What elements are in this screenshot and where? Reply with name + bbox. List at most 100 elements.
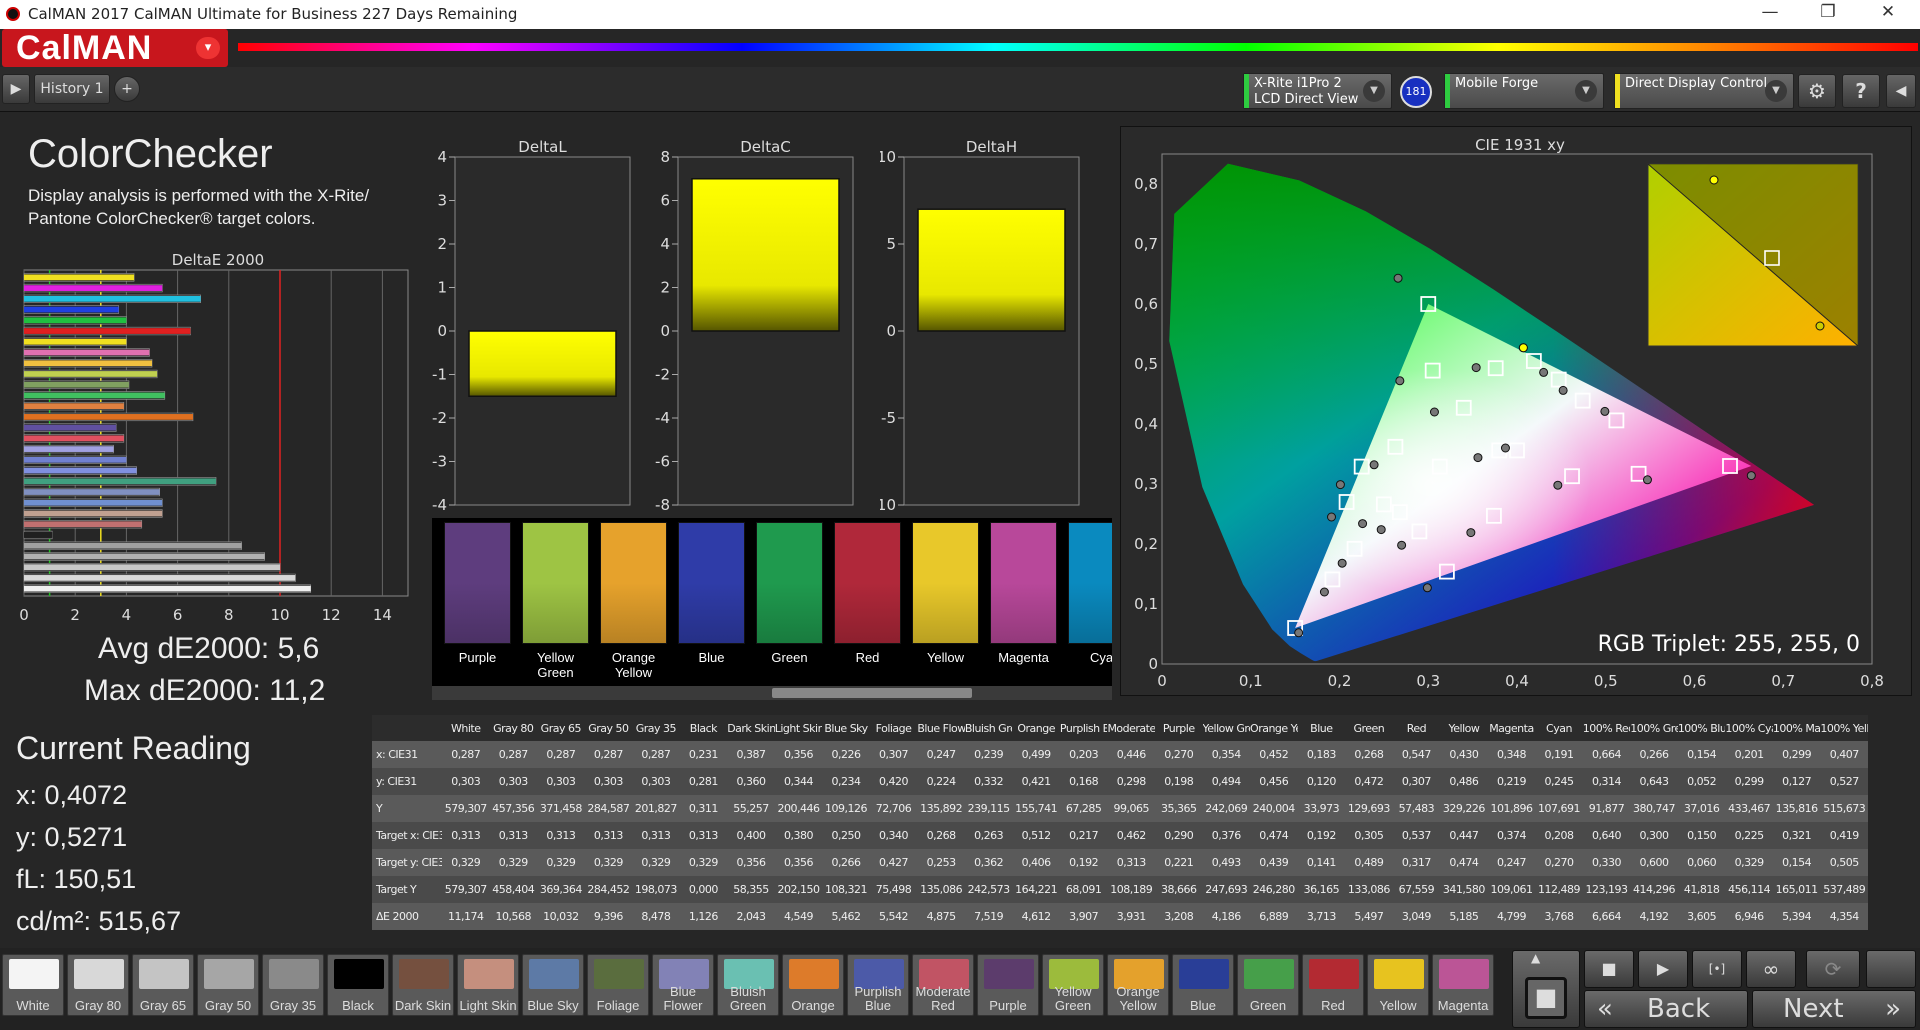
chip-label: Yellow <box>1379 998 1417 1013</box>
column-header: 100% Green <box>1630 715 1678 741</box>
chip-label: Moderate Red <box>915 984 971 1013</box>
table-cell: 135,892 <box>917 795 965 822</box>
loop-icon[interactable]: ∞ <box>1746 950 1796 988</box>
meter-badge[interactable]: 181 <box>1400 76 1432 108</box>
column-header: White <box>442 715 490 741</box>
stop-button[interactable]: ■ <box>1584 950 1634 988</box>
source-selector[interactable]: Mobile Forge ▼ <box>1444 73 1604 109</box>
tick-label: 4 <box>437 148 447 166</box>
source-name: Mobile Forge <box>1455 76 1539 91</box>
color-chip[interactable]: Magenta <box>1432 954 1494 1016</box>
up-icon[interactable]: ▲ <box>1531 951 1540 965</box>
tick-label: -10 <box>880 496 896 514</box>
bar <box>24 446 114 452</box>
column-header <box>372 715 442 741</box>
bar <box>24 424 117 431</box>
stop-icon[interactable]: ■ <box>1525 977 1567 1019</box>
color-chip[interactable]: Green <box>1237 954 1299 1016</box>
color-chip[interactable]: Purple <box>977 954 1039 1016</box>
column-header: Gray 80 <box>489 715 538 741</box>
color-chip[interactable]: Blue Sky <box>522 954 584 1016</box>
table-cell: 3,049 <box>1392 903 1441 930</box>
swatch[interactable] <box>756 522 823 648</box>
swatch[interactable] <box>834 522 901 648</box>
bar <box>24 274 135 281</box>
chip-label: Bluish Green <box>729 984 767 1013</box>
scrollbar-thumb[interactable] <box>772 688 972 698</box>
add-tab-button[interactable]: + <box>114 76 140 102</box>
y-tick-label: 0,8 <box>1134 175 1158 193</box>
meter-selector[interactable]: X-Rite i1Pro 2 LCD Direct View ▼ <box>1243 73 1392 109</box>
play-button[interactable]: ▶ <box>1638 950 1688 988</box>
color-chip[interactable]: Gray 35 <box>262 954 324 1016</box>
collapse-icon[interactable]: ◀ <box>1886 74 1916 108</box>
color-chip[interactable]: Gray 65 <box>132 954 194 1016</box>
color-chip[interactable]: Moderate Red <box>912 954 974 1016</box>
table-cell: 57,483 <box>1392 795 1441 822</box>
column-header: 100% Red <box>1582 715 1631 741</box>
bar <box>24 510 163 517</box>
display-selector[interactable]: Direct Display Control ▼ <box>1614 73 1794 109</box>
swatch[interactable] <box>1068 522 1112 648</box>
table-cell: 67,559 <box>1392 876 1441 903</box>
blank-button[interactable] <box>1866 950 1916 988</box>
color-chip[interactable]: Yellow <box>1367 954 1429 1016</box>
play-icon[interactable]: ▶ <box>2 74 30 104</box>
next-button[interactable]: Next » <box>1752 990 1916 1028</box>
help-icon[interactable]: ? <box>1842 74 1880 108</box>
color-chip[interactable]: Bluish Green <box>717 954 779 1016</box>
table-cell: 0,253 <box>917 849 965 876</box>
color-chip[interactable]: Blue Flower <box>652 954 714 1016</box>
bar <box>24 489 160 495</box>
swatch[interactable] <box>990 522 1057 648</box>
chevron-down-icon: ▾ <box>196 37 220 59</box>
row-label: x: CIE31 <box>372 741 442 768</box>
color-chip[interactable]: Orange Yellow <box>1107 954 1169 1016</box>
swatch[interactable] <box>912 522 979 648</box>
table-cell: 0,150 <box>1677 822 1726 849</box>
color-chip[interactable]: Blue <box>1172 954 1234 1016</box>
tab-history-1[interactable]: History 1 <box>34 74 110 104</box>
swatch-color <box>756 522 823 644</box>
rgb-triplet-label: RGB Triplet: 255, 255, 0 <box>1598 632 1860 657</box>
swatch[interactable] <box>444 522 511 648</box>
swatch[interactable] <box>678 522 745 648</box>
refresh-icon[interactable]: ⟳ <box>1806 950 1860 988</box>
x-tick-label: 0,3 <box>1416 672 1440 690</box>
color-chip[interactable]: Dark Skin <box>392 954 454 1016</box>
table-cell: 75,498 <box>869 876 918 903</box>
color-chip[interactable]: Orange <box>782 954 844 1016</box>
color-chip[interactable]: White <box>2 954 64 1016</box>
table-cell: 0,224 <box>917 768 965 795</box>
deltae-chart: DeltaE 2000 0 2 4 6 8 10 12 14 <box>19 251 409 624</box>
read-series-button[interactable]: [•] <box>1692 950 1742 988</box>
tick-label: -2 <box>432 409 447 427</box>
table-cell: 284,452 <box>584 876 633 903</box>
gear-icon[interactable]: ⚙ <box>1798 74 1836 108</box>
table-cell: 0,120 <box>1297 768 1346 795</box>
table-cell: 0,201 <box>1725 741 1773 768</box>
color-chip[interactable]: Gray 50 <box>197 954 259 1016</box>
minimize-button[interactable]: — <box>1750 2 1790 26</box>
color-chip[interactable]: Light Skin <box>457 954 519 1016</box>
table-cell: 33,973 <box>1297 795 1346 822</box>
swatch-scrollbar[interactable] <box>432 686 1112 700</box>
swatch[interactable] <box>600 522 667 648</box>
bar <box>24 360 152 367</box>
close-button[interactable]: ✕ <box>1868 2 1908 26</box>
color-chip[interactable]: Yellow Green <box>1042 954 1104 1016</box>
table-cell: 11,174 <box>442 903 490 930</box>
color-chip[interactable]: Purplish Blue <box>847 954 909 1016</box>
table-cell: 0,439 <box>1250 849 1298 876</box>
x-tick-label: 0,1 <box>1239 672 1263 690</box>
color-chip[interactable]: Black <box>327 954 389 1016</box>
calman-logo-menu[interactable]: CalMAN ▾ <box>2 29 228 67</box>
table-row: Target Y 579,307 458,404 369,364 284,452 198,… <box>372 876 1868 903</box>
restore-button[interactable]: ❐ <box>1808 2 1848 26</box>
color-chip[interactable]: Gray 80 <box>67 954 129 1016</box>
measured-point <box>1294 628 1304 638</box>
color-chip[interactable]: Red <box>1302 954 1364 1016</box>
color-chip[interactable]: Foliage <box>587 954 649 1016</box>
back-button[interactable]: « Back <box>1584 990 1748 1028</box>
swatch[interactable] <box>522 522 589 648</box>
